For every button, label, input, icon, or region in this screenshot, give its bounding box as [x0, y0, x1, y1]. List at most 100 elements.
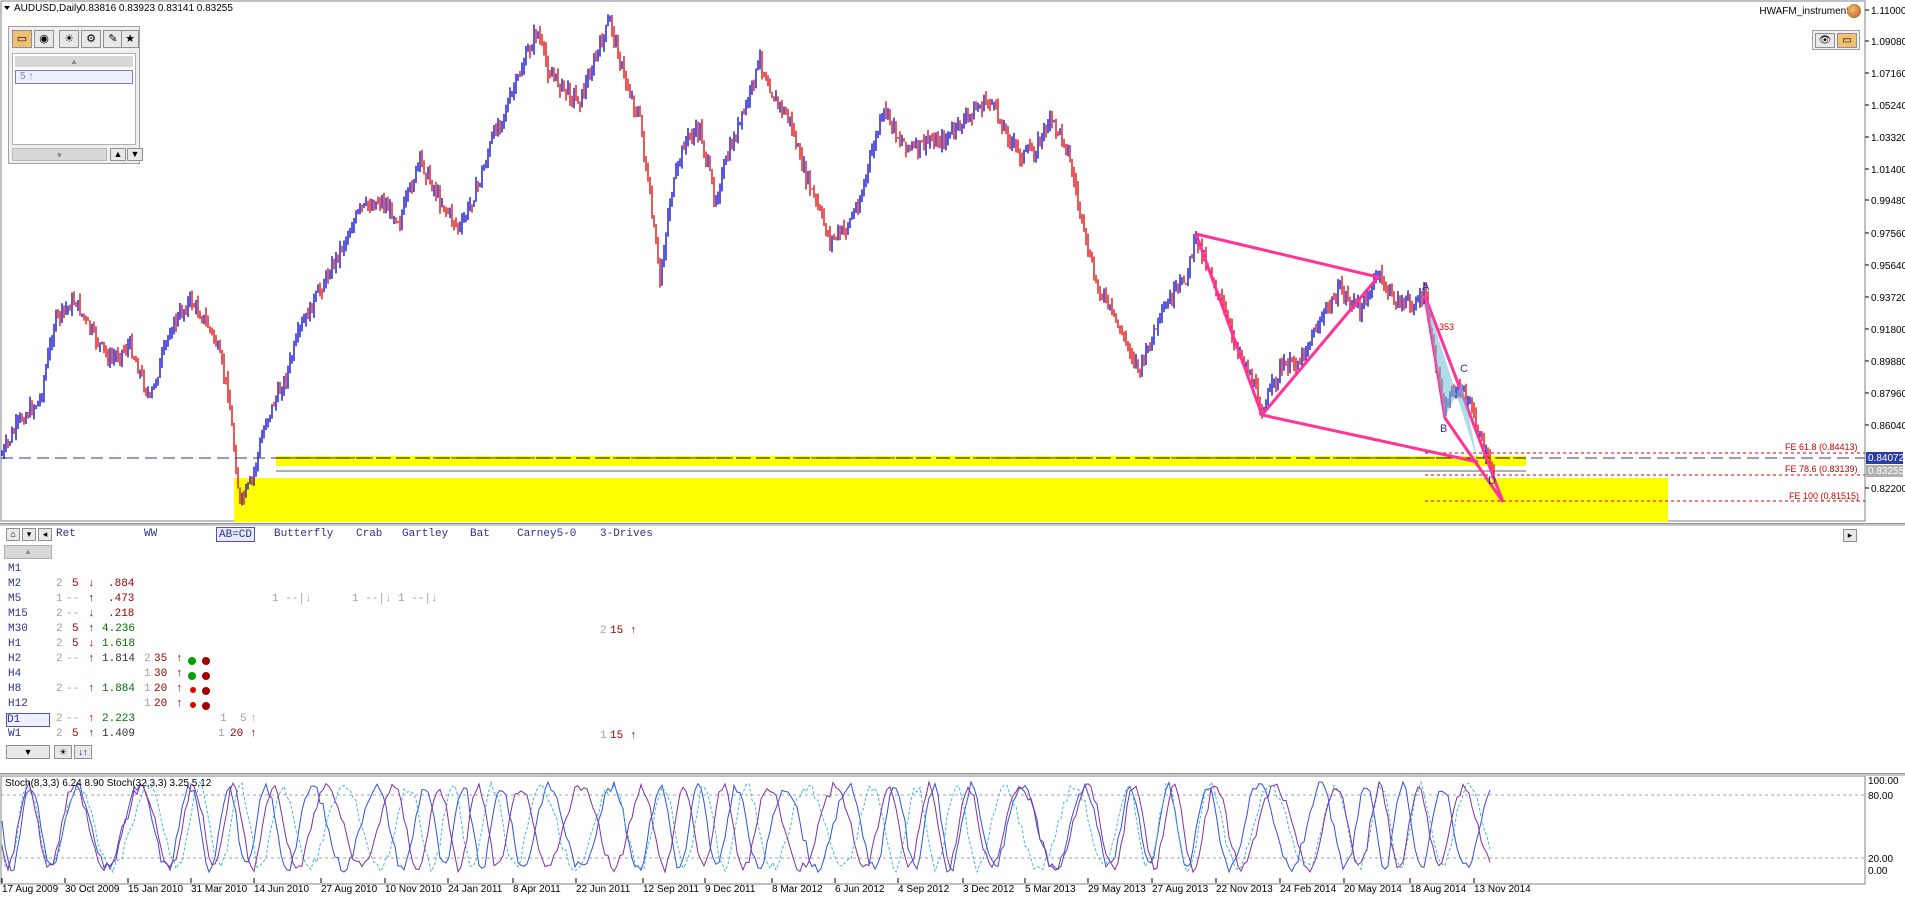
chart-ohlc-values: 0.83816 0.83923 0.83141 0.83255 — [80, 3, 233, 14]
w1-dir: ↑ — [88, 728, 95, 740]
price-axis: 1.11000 1.09080 1.07160 1.05240 1.03320 1.014… — [1865, 6, 1905, 495]
point-label-d: D — [1488, 475, 1496, 487]
price-axis-label: 1.07160 — [1871, 69, 1905, 80]
date-axis-label: 6 Jun 2012 — [835, 884, 885, 895]
h2-b-count: 2 — [144, 653, 151, 665]
price-axis-label: 0.99480 — [1871, 196, 1905, 207]
tab-3drives[interactable]: 3-Drives — [598, 527, 655, 542]
fib-label-786: FE 78.6 (0.83139) — [1785, 464, 1858, 474]
status-dot-green — [188, 657, 196, 665]
home-icon[interactable]: ⌂ — [6, 528, 20, 541]
sort-icon[interactable]: ↓↑ — [74, 745, 92, 759]
arrow-up-icon[interactable]: ▲ — [110, 148, 126, 161]
w1-count: 2 — [56, 728, 63, 740]
list-scroll-down-icon[interactable]: ▼ — [12, 148, 107, 161]
tab-ret[interactable]: Ret — [54, 527, 78, 542]
timeframe-h2[interactable]: H2 — [8, 653, 21, 665]
timeframe-w1[interactable]: W1 — [8, 728, 21, 740]
timeframe-d1[interactable]: D1 — [6, 713, 50, 727]
w1-level: 5 — [72, 728, 79, 740]
h2-b-level: 35 — [154, 653, 168, 665]
bulb-icon[interactable]: ☀ — [54, 745, 72, 759]
date-axis-label: 10 Nov 2010 — [385, 884, 442, 895]
m30-dir: ↑ — [88, 623, 95, 635]
date-axis-label: 13 Nov 2014 — [1474, 884, 1531, 895]
dropdown-icon[interactable]: ▾ — [22, 528, 36, 541]
tab-butterfly[interactable]: Butterfly — [272, 527, 335, 542]
point-label-c: C — [1460, 363, 1468, 375]
eye-icon[interactable]: 👁 — [1815, 33, 1835, 48]
timeframe-h4[interactable]: H4 — [8, 668, 21, 680]
date-axis-label: 8 Mar 2012 — [772, 884, 823, 895]
timeframe-m15[interactable]: M15 — [8, 608, 28, 620]
price-chart-canvas[interactable]: A B C D 353 FE 61.8 (0.84413) FE 78.6 (0… — [0, 0, 1905, 524]
price-axis-label: 0.93720 — [1871, 293, 1905, 304]
h8-count: 2 — [56, 683, 63, 695]
status-dot-red — [190, 687, 196, 693]
h2-count: 2 — [56, 653, 63, 665]
pattern-table-panel: ⌂ ▾ ◂ Ret WW AB=CD Butterfly Crab Gartle… — [0, 526, 1905, 774]
h4-b-level: 30 — [154, 668, 168, 680]
m5-extra-a: 1 --|↓ — [272, 593, 312, 605]
date-axis-label: 5 Mar 2013 — [1025, 884, 1076, 895]
table-scroll-down-icon[interactable]: ▼ — [6, 745, 50, 759]
tab-abcd[interactable]: AB=CD — [216, 527, 256, 542]
timeframe-m1[interactable]: M1 — [8, 563, 21, 575]
inline-ratio-label: 353 — [1439, 322, 1454, 332]
arrow-down-icon[interactable]: ▼ — [127, 148, 143, 161]
stochastic-panel[interactable]: 100.00 80.00 20.00 0.00 Stoch(8,3,3) 6.2… — [0, 775, 1905, 886]
date-axis: 17 Aug 2009 30 Oct 2009 15 Jan 2010 31 Mar … — [1, 878, 1531, 895]
m5-dir: ↑ — [88, 593, 95, 605]
tab-carney[interactable]: Carney5-0 — [515, 527, 578, 542]
w1-c-count: 1 — [600, 730, 607, 742]
stochastic-canvas: 100.00 80.00 20.00 0.00 — [0, 775, 1899, 885]
date-axis-label: 18 Aug 2014 — [1410, 884, 1467, 895]
m15-dir: ↓ — [88, 608, 95, 620]
timeframe-m5[interactable]: M5 — [8, 593, 21, 605]
eye-icon[interactable]: ◉ — [34, 30, 54, 48]
tab-bat[interactable]: Bat — [468, 527, 492, 542]
indicator-gear-icon[interactable] — [1847, 4, 1861, 18]
h8-dir: ↑ — [88, 683, 95, 695]
m2-count: 2 — [56, 578, 63, 590]
timeframe-m30[interactable]: M30 — [8, 623, 28, 635]
tab-crab[interactable]: Crab — [354, 527, 384, 542]
w1-b-count: 1 — [218, 728, 225, 740]
pattern-list-item[interactable]: 5 ↑ — [15, 70, 133, 84]
h8-value: 1.884 — [102, 683, 136, 695]
date-axis-label: 12 Sep 2011 — [643, 884, 699, 895]
date-axis-label: 30 Oct 2009 — [65, 884, 120, 895]
point-label-a: A — [1422, 281, 1430, 293]
m30-value: 4.236 — [102, 623, 136, 635]
timeframe-m2[interactable]: M2 — [8, 578, 21, 590]
status-dot-red — [190, 702, 196, 708]
tab-gartley[interactable]: Gartley — [400, 527, 450, 542]
m5-level: -- — [66, 593, 80, 605]
bulb-icon[interactable]: ☀ — [59, 30, 79, 48]
timeframe-h1[interactable]: H1 — [8, 638, 21, 650]
fib-label-100: FE 100 (0.81515) — [1789, 491, 1859, 501]
fib-label-618: FE 61.8 (0.84413) — [1785, 442, 1858, 452]
date-axis-label: 22 Jun 2011 — [576, 884, 631, 895]
tools-icon[interactable]: ✎ — [103, 30, 123, 48]
timeframe-h8[interactable]: H8 — [8, 683, 21, 695]
price-chart[interactable]: A B C D 353 FE 61.8 (0.84413) FE 78.6 (0… — [0, 0, 1905, 524]
pattern-list[interactable]: ▲ 5 ↑ — [12, 53, 136, 145]
settings-icon[interactable]: ⚙ — [81, 30, 101, 48]
back-icon[interactable]: ◂ — [38, 528, 52, 541]
date-axis-label: 9 Dec 2011 — [705, 884, 756, 895]
price-axis-label: 1.01400 — [1871, 165, 1905, 176]
date-axis-label: 14 Jun 2010 — [254, 884, 309, 895]
panel-scroll-right-icon[interactable]: ▸ — [1843, 529, 1857, 542]
price-axis-label: 0.86040 — [1871, 421, 1905, 432]
status-dot-red — [202, 672, 210, 680]
tab-ww[interactable]: WW — [142, 527, 159, 542]
table-scroll-up-icon[interactable]: ▲ — [4, 545, 52, 559]
list-scroll-up-icon[interactable]: ▲ — [15, 56, 133, 67]
star-icon[interactable]: ★ — [121, 30, 139, 48]
w1-c-dir: ↑ — [630, 730, 637, 742]
folder-icon[interactable]: ▭ — [12, 30, 32, 48]
w1-value: 1.409 — [102, 728, 136, 740]
folder-icon[interactable]: ▭ — [1837, 33, 1857, 48]
timeframe-h12[interactable]: H12 — [8, 698, 28, 710]
